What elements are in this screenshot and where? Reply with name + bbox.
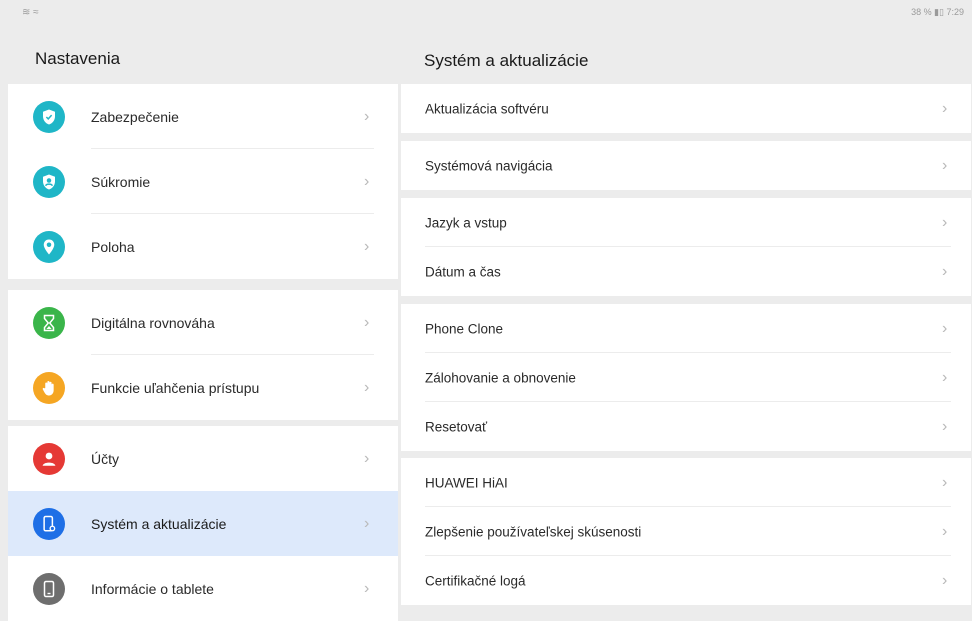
sidebar-item-label: Digitálna rovnováha	[91, 314, 215, 331]
chevron-right-icon: ›	[364, 172, 370, 190]
list-item-reset[interactable]: Resetovať ›	[401, 402, 971, 451]
list-item-label: Aktualizácia softvéru	[425, 101, 549, 116]
chevron-right-icon: ›	[364, 237, 370, 255]
detail-title: Systém a aktualizácie	[424, 51, 589, 70]
chevron-right-icon: ›	[364, 579, 370, 597]
chevron-right-icon: ›	[942, 213, 948, 231]
page-title: Nastavenia	[35, 49, 121, 68]
location-pin-icon	[33, 230, 65, 263]
sidebar-item-label: Zabezpečenie	[91, 108, 179, 125]
chevron-right-icon: ›	[942, 571, 948, 589]
chevron-right-icon: ›	[364, 313, 370, 331]
settings-group-wellbeing: Digitálna rovnováha › Funkcie uľahčenia …	[8, 290, 398, 420]
wifi-icon: ≋ ≈	[22, 7, 39, 18]
chevron-right-icon: ›	[942, 417, 948, 435]
sidebar-item-system-updates[interactable]: Systém a aktualizácie ›	[8, 491, 398, 556]
list-item-label: Resetovať	[425, 419, 488, 434]
list-item-label: Phone Clone	[425, 321, 504, 336]
list-item-label: Certifikačné logá	[425, 573, 526, 588]
sidebar-item-location[interactable]: Poloha ›	[8, 214, 398, 279]
list-item-label: Jazyk a vstup	[425, 215, 507, 230]
chevron-right-icon: ›	[942, 262, 948, 280]
chevron-right-icon: ›	[942, 319, 948, 337]
sidebar-item-label: Účty	[91, 450, 119, 467]
sidebar-item-label: Informácie o tablete	[91, 580, 214, 597]
sidebar-item-label: Súkromie	[91, 173, 151, 190]
sidebar-item-digital-balance[interactable]: Digitálna rovnováha ›	[8, 290, 398, 355]
tablet-icon	[33, 572, 65, 605]
list-item-language-input[interactable]: Jazyk a vstup ›	[401, 198, 971, 247]
sidebar-item-privacy[interactable]: Súkromie ›	[8, 149, 398, 214]
list-item-huawei-hiai[interactable]: HUAWEI HiAI ›	[401, 458, 971, 507]
settings-group-system: Účty › Systém a aktualizácie › Informáci…	[8, 426, 398, 621]
chevron-right-icon: ›	[942, 473, 948, 491]
shield-icon	[33, 100, 65, 133]
settings-group-privacy: Zabezpečenie › Súkromie › Poloha ›	[8, 84, 398, 279]
list-item-label: Zálohovanie a obnovenie	[425, 370, 576, 385]
detail-group-language-date: Jazyk a vstup › Dátum a čas ›	[401, 198, 971, 296]
list-item-label: Zlepšenie používateľskej skúsenosti	[425, 524, 642, 539]
sidebar-item-security[interactable]: Zabezpečenie ›	[8, 84, 398, 149]
sidebar-item-about-tablet[interactable]: Informácie o tablete ›	[8, 556, 398, 621]
chevron-right-icon: ›	[364, 514, 370, 532]
status-bar: ≋ ≈ 38 % ▮▯ 7:29	[0, 0, 972, 30]
chevron-right-icon: ›	[942, 99, 948, 117]
list-item-software-update[interactable]: Aktualizácia softvéru ›	[401, 84, 971, 133]
account-icon	[33, 442, 65, 475]
list-item-user-experience[interactable]: Zlepšenie používateľskej skúsenosti ›	[401, 507, 971, 556]
sidebar-item-label: Systém a aktualizácie	[91, 515, 227, 532]
list-item-certification-logos[interactable]: Certifikačné logá ›	[401, 556, 971, 605]
list-item-label: Systémová navigácia	[425, 158, 553, 173]
list-item-system-navigation[interactable]: Systémová navigácia ›	[401, 141, 971, 190]
detail-group-navigation: Systémová navigácia ›	[401, 141, 971, 190]
chevron-right-icon: ›	[942, 368, 948, 386]
privacy-icon	[33, 165, 65, 198]
list-item-phone-clone[interactable]: Phone Clone ›	[401, 304, 971, 353]
battery-time-indicator: 38 % ▮▯ 7:29	[911, 7, 964, 17]
list-item-backup-restore[interactable]: Zálohovanie a obnovenie ›	[401, 353, 971, 402]
chevron-right-icon: ›	[364, 449, 370, 467]
detail-group-hiai-certs: HUAWEI HiAI › Zlepšenie používateľskej s…	[401, 458, 971, 605]
sidebar-item-label: Funkcie uľahčenia prístupu	[91, 379, 260, 396]
sidebar-item-accounts[interactable]: Účty ›	[8, 426, 398, 491]
system-icon	[33, 507, 65, 540]
detail-group-software-update: Aktualizácia softvéru ›	[401, 84, 971, 133]
sidebar-item-accessibility[interactable]: Funkcie uľahčenia prístupu ›	[8, 355, 398, 420]
list-item-label: HUAWEI HiAI	[425, 475, 508, 490]
hand-icon	[33, 371, 65, 404]
chevron-right-icon: ›	[942, 522, 948, 540]
list-item-date-time[interactable]: Dátum a čas ›	[401, 247, 971, 296]
chevron-right-icon: ›	[364, 107, 370, 125]
sidebar-item-label: Poloha	[91, 238, 135, 255]
detail-group-backup-reset: Phone Clone › Zálohovanie a obnovenie › …	[401, 304, 971, 451]
chevron-right-icon: ›	[942, 156, 948, 174]
chevron-right-icon: ›	[364, 378, 370, 396]
list-item-label: Dátum a čas	[425, 264, 501, 279]
hourglass-icon	[33, 306, 65, 339]
